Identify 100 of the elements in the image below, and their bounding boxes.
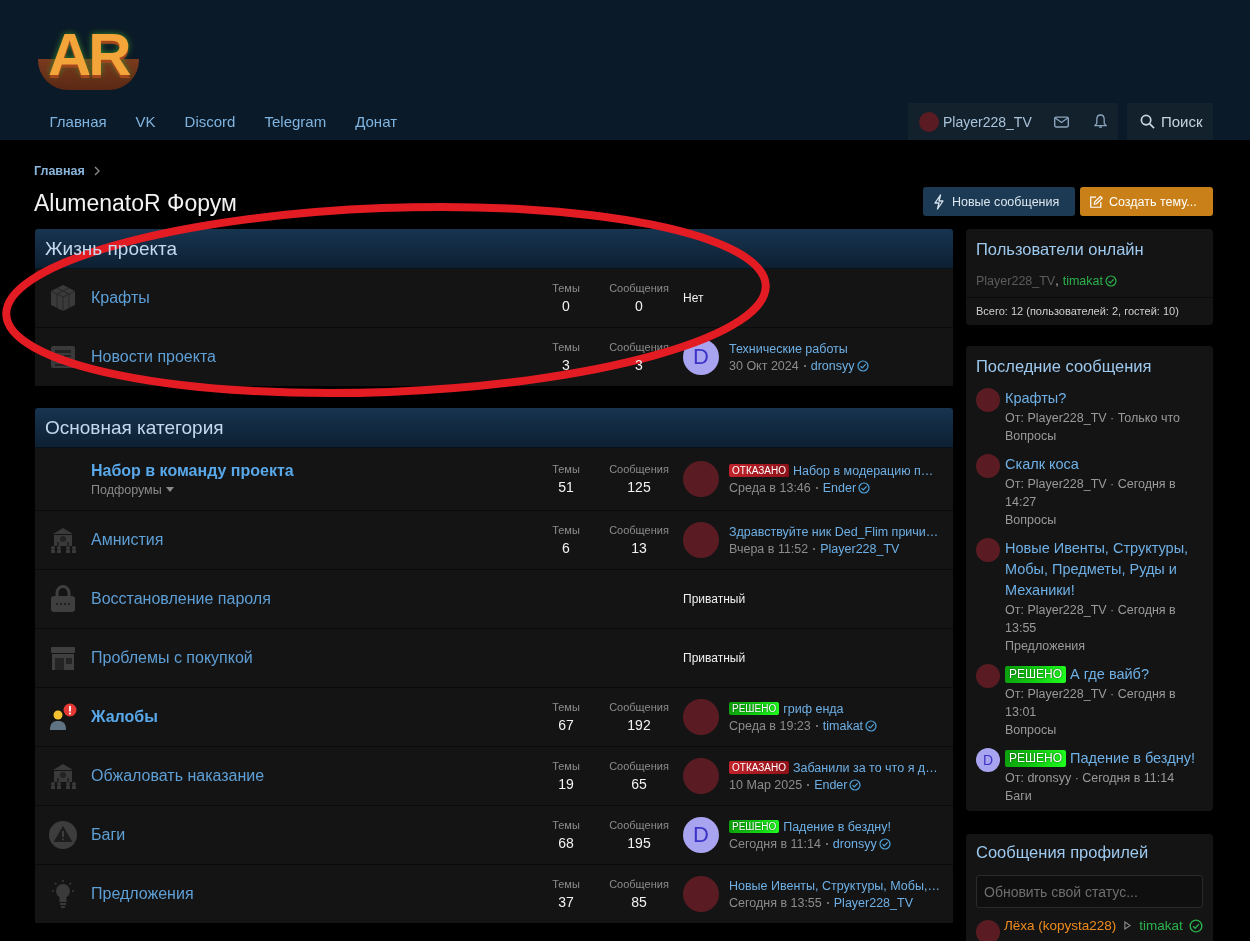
forum-title-link[interactable]: Предложения <box>91 885 194 903</box>
stat-value: 125 <box>627 479 651 495</box>
stat-value: 65 <box>631 776 647 792</box>
status-input[interactable]: Обновить свой статус... <box>976 875 1203 908</box>
username-link[interactable]: Player228_TV <box>943 113 1032 130</box>
forum-link[interactable]: Баги <box>1005 787 1203 805</box>
stat-label: Сообщения <box>609 819 669 831</box>
author-link[interactable]: Player228_TV <box>833 895 913 910</box>
stat-value: 85 <box>631 894 647 910</box>
prefix-tag: РЕШЕНО <box>1005 750 1066 767</box>
forum-title-link[interactable]: Обжаловать наказание <box>91 767 265 785</box>
stat-label: Сообщения <box>609 760 669 772</box>
stat-value: 0 <box>635 298 643 314</box>
new-posts-button[interactable]: Новые сообщения <box>923 187 1075 216</box>
nav-link[interactable]: VK <box>121 113 171 130</box>
avatar-photo[interactable] <box>976 920 1000 941</box>
cube-icon <box>48 283 78 313</box>
username-link[interactable]: timakat <box>1062 274 1103 288</box>
private-text: Приватный <box>683 651 746 665</box>
username-link[interactable]: timakat <box>1139 918 1183 933</box>
forum-link[interactable]: Вопросы <box>1005 511 1203 529</box>
stat-value: 37 <box>558 894 574 910</box>
forum-title-link[interactable]: Проблемы с покупкой <box>91 649 253 667</box>
avatar-photo[interactable] <box>976 454 1000 478</box>
forum-title-link[interactable]: Баги <box>91 826 126 844</box>
forum-link[interactable]: Вопросы <box>1005 721 1203 739</box>
thread-link[interactable]: Новые Ивенты, Структуры, Мобы,… <box>729 878 940 893</box>
forum-title-link[interactable]: Амнистия <box>91 531 164 549</box>
nav-link[interactable]: Telegram <box>249 113 341 130</box>
author-link[interactable]: Ender <box>822 480 857 495</box>
post-date: Среда в 13:46 <box>729 480 811 495</box>
subforums-dropdown[interactable]: Подфорумы <box>91 482 174 497</box>
breadcrumb-link[interactable]: Главная <box>34 163 85 179</box>
building-icon <box>48 525 78 555</box>
forum-title-link[interactable]: Набор в команду проекта <box>91 461 294 480</box>
stat-value: 3 <box>562 357 570 373</box>
warning-icon <box>48 820 78 850</box>
username-link[interactable]: Лёха (kopysta228) <box>1004 918 1117 933</box>
avatar-photo[interactable] <box>683 699 719 735</box>
forum-title-link[interactable]: Жалобы <box>91 708 158 726</box>
thread-link[interactable]: Скалк коса <box>1005 454 1079 475</box>
post-meta: От: Player228_TV · Только что <box>1005 410 1181 427</box>
stat-value: 192 <box>627 717 651 733</box>
stat-label: Темы <box>552 819 580 831</box>
thread-link[interactable]: Новые Ивенты, Структуры, Мобы, Предметы, Руды и Механики! <box>1005 538 1203 601</box>
author-link[interactable]: Ender <box>814 777 848 792</box>
panel-title: Пользователи онлайн <box>976 239 1145 259</box>
stat-label: Темы <box>552 524 580 536</box>
mail-icon[interactable] <box>1053 115 1069 128</box>
avatar-photo[interactable] <box>976 538 1000 562</box>
avatar-photo[interactable] <box>976 664 1000 688</box>
forum-title-link[interactable]: Восстановление пароля <box>91 590 271 608</box>
nav-link[interactable]: Discord <box>170 113 250 130</box>
author-link[interactable]: dronsyy <box>810 358 855 373</box>
forum-link[interactable]: Предложения <box>1005 637 1203 655</box>
thread-link[interactable]: Здравствуйте ник Ded_Flim причи… <box>729 524 939 539</box>
post-date: 30 Окт 2024 <box>729 358 799 373</box>
forum-title-link[interactable]: Новости проекта <box>91 348 216 366</box>
bell-icon[interactable] <box>1093 114 1107 129</box>
stat-label: Темы <box>552 760 580 772</box>
list-separator: , <box>1055 274 1059 288</box>
thread-link[interactable]: А где вайб? <box>1070 664 1149 685</box>
chevron-icon <box>93 166 100 176</box>
avatar-photo[interactable] <box>919 111 939 132</box>
user-avatar[interactable]: D <box>976 748 1000 772</box>
thread-link[interactable]: Крафты? <box>1005 388 1067 409</box>
author-link[interactable]: Player228_TV <box>820 541 900 556</box>
stat-label: Сообщения <box>609 463 669 475</box>
avatar-photo[interactable] <box>683 461 719 497</box>
author-link[interactable]: timakat <box>822 718 864 733</box>
thread-link[interactable]: гриф енда <box>783 701 844 716</box>
stat-value: 68 <box>558 835 574 851</box>
nav-link[interactable]: Главная <box>35 113 122 130</box>
stat-label: Сообщения <box>609 878 669 890</box>
thread-link[interactable]: Падение в бездну! <box>783 819 891 834</box>
post-meta: От: dronsyy · Сегодня в 11:14 <box>1005 770 1176 787</box>
forum-title-link[interactable]: Крафты <box>91 289 150 307</box>
avatar-photo[interactable] <box>683 758 719 794</box>
forum-link[interactable]: Вопросы <box>1005 427 1203 445</box>
avatar-photo[interactable] <box>683 876 719 912</box>
caret-icon <box>165 487 174 492</box>
stat-label: Сообщения <box>609 524 669 536</box>
building-icon <box>48 761 78 791</box>
category-title-link[interactable]: Основная категория <box>45 416 224 439</box>
thread-link[interactable]: Забанили за то что я д… <box>793 760 938 775</box>
search-button[interactable]: Поиск <box>1127 103 1213 140</box>
author-link[interactable]: dronsyy <box>832 836 877 851</box>
stat-value: 13 <box>631 540 647 556</box>
thread-link[interactable]: Технические работы <box>729 341 848 356</box>
thread-link[interactable]: Набор в модерацию п… <box>793 463 934 478</box>
prefix-tag: ОТКАЗАНО <box>729 464 789 477</box>
nav-link[interactable]: Донат <box>340 113 412 130</box>
page-title: AlumenatoR Форум <box>34 190 237 216</box>
avatar-photo[interactable] <box>683 522 719 558</box>
thread-link[interactable]: Падение в бездну! <box>1070 748 1195 769</box>
prefix-tag: РЕШЕНО <box>1005 666 1066 683</box>
avatar-photo[interactable] <box>976 388 1000 412</box>
private-text: Приватный <box>683 592 746 606</box>
stat-label: Темы <box>552 282 580 294</box>
user-avatar[interactable]: D <box>683 817 719 853</box>
